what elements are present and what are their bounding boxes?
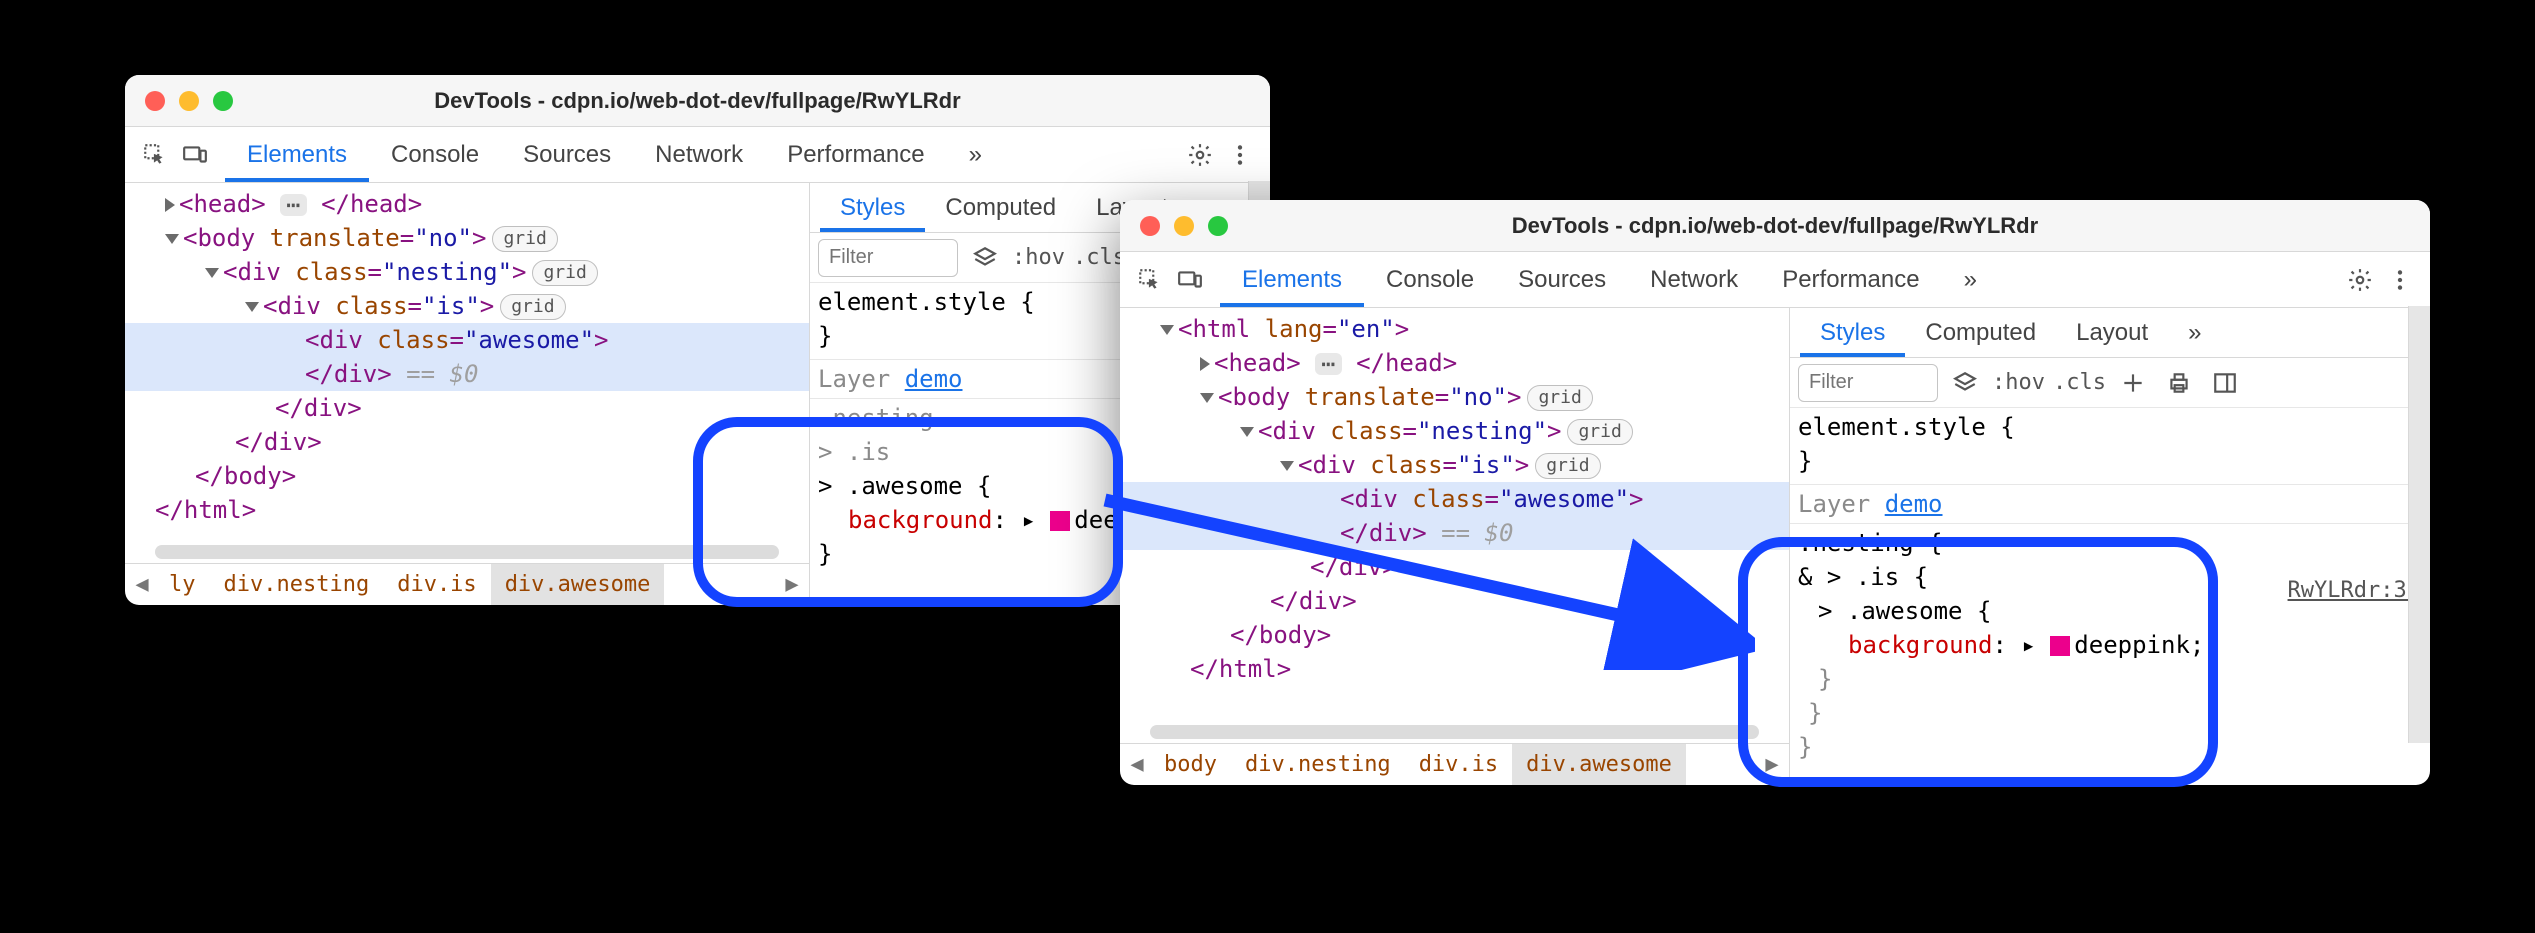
tab-elements[interactable]: Elements	[1220, 252, 1364, 307]
css-rule-block-right[interactable]: RwYLRdr:36 .nesting { & > .is { > .aweso…	[1790, 524, 2430, 770]
main-toolbar: Elements Console Sources Network Perform…	[1120, 252, 2430, 308]
hov-toggle[interactable]: :hov	[1012, 239, 1065, 277]
elements-panel: <html lang="en"> <head> ⋯ </head> <body …	[1120, 308, 1790, 785]
panel-tabs: Elements Console Sources Network Perform…	[1220, 252, 1999, 307]
panes: <head> ⋯ </head> <body translate="no">gr…	[125, 183, 1270, 605]
tab-overflow[interactable]: »	[1942, 252, 1999, 307]
tab-network[interactable]: Network	[633, 127, 765, 182]
zoom-icon[interactable]	[213, 91, 233, 111]
breadcrumb-prev-icon[interactable]: ◀	[129, 564, 155, 605]
tab-network[interactable]: Network	[1628, 252, 1760, 307]
tab-styles[interactable]: Styles	[820, 183, 925, 232]
device-icon[interactable]	[175, 135, 215, 175]
breadcrumb: ◀ body div.nesting div.is div.awesome ▶	[1120, 743, 1789, 785]
styles-tab-overflow[interactable]: »	[2168, 308, 2221, 357]
tab-styles[interactable]: Styles	[1800, 308, 1905, 357]
hscrollbar[interactable]	[125, 545, 809, 563]
dom-tree[interactable]: <html lang="en"> <head> ⋯ </head> <body …	[1120, 308, 1789, 725]
color-swatch-icon[interactable]	[1050, 511, 1070, 531]
breadcrumb: ◀ ly div.nesting div.is div.awesome ▶	[125, 563, 809, 605]
traffic-lights	[1140, 216, 1228, 236]
hscrollbar[interactable]	[1120, 725, 1789, 743]
element-style-block[interactable]: element.style { }	[1790, 408, 2430, 485]
tab-performance[interactable]: Performance	[1760, 252, 1941, 307]
inspect-icon[interactable]	[135, 135, 175, 175]
tab-performance[interactable]: Performance	[765, 127, 946, 182]
styles-tabs: Styles Computed Layout »	[1790, 308, 2430, 358]
close-icon[interactable]	[1140, 216, 1160, 236]
print-icon[interactable]	[2160, 364, 2198, 402]
color-swatch-icon[interactable]	[2050, 636, 2070, 656]
devtools-window-left: DevTools - cdpn.io/web-dot-dev/fullpage/…	[125, 75, 1270, 605]
kebab-icon[interactable]	[2380, 260, 2420, 300]
minimize-icon[interactable]	[1174, 216, 1194, 236]
tab-console[interactable]: Console	[369, 127, 501, 182]
crumb-awesome[interactable]: div.awesome	[491, 564, 665, 605]
crumb-nesting[interactable]: div.nesting	[1231, 744, 1405, 785]
tab-sources[interactable]: Sources	[1496, 252, 1628, 307]
cls-toggle[interactable]: .cls	[1073, 239, 1126, 277]
tab-sources[interactable]: Sources	[501, 127, 633, 182]
dom-tree[interactable]: <head> ⋯ </head> <body translate="no">gr…	[125, 183, 809, 545]
plus-icon[interactable]	[2114, 364, 2152, 402]
minimize-icon[interactable]	[179, 91, 199, 111]
panel-icon[interactable]	[2206, 364, 2244, 402]
titlebar: DevTools - cdpn.io/web-dot-dev/fullpage/…	[1120, 200, 2430, 252]
filter-input[interactable]	[818, 239, 958, 277]
source-link[interactable]: RwYLRdr:36	[2288, 574, 2420, 608]
zoom-icon[interactable]	[1208, 216, 1228, 236]
crumb-nesting[interactable]: div.nesting	[210, 564, 384, 605]
window-title: DevTools - cdpn.io/web-dot-dev/fullpage/…	[434, 88, 960, 114]
crumb-is[interactable]: div.is	[383, 564, 490, 605]
dom-selected-node: <div class="awesome">	[1120, 482, 1789, 516]
tab-computed[interactable]: Computed	[1905, 308, 2056, 357]
vscrollbar[interactable]	[2408, 308, 2430, 743]
dom-selected-node: <div class="awesome">	[125, 323, 809, 357]
styles-toolbar: :hov .cls	[1790, 358, 2430, 408]
window-title: DevTools - cdpn.io/web-dot-dev/fullpage/…	[1512, 213, 2038, 239]
close-icon[interactable]	[145, 91, 165, 111]
panes: <html lang="en"> <head> ⋯ </head> <body …	[1120, 308, 2430, 785]
breadcrumb-next-icon[interactable]: ▶	[1759, 744, 1785, 785]
gear-icon[interactable]	[1180, 135, 1220, 175]
titlebar: DevTools - cdpn.io/web-dot-dev/fullpage/…	[125, 75, 1270, 127]
styles-panel: Styles Computed Layout » :hov .cls eleme…	[1790, 308, 2430, 785]
elements-panel: <head> ⋯ </head> <body translate="no">gr…	[125, 183, 810, 605]
grid-badge[interactable]: grid	[492, 226, 557, 252]
breadcrumb-next-icon[interactable]: ▶	[779, 564, 805, 605]
layers-icon[interactable]	[966, 239, 1004, 277]
main-toolbar: Elements Console Sources Network Perform…	[125, 127, 1270, 183]
kebab-icon[interactable]	[1220, 135, 1260, 175]
breadcrumb-prev-icon[interactable]: ◀	[1124, 744, 1150, 785]
filter-input[interactable]	[1798, 364, 1938, 402]
tab-overflow[interactable]: »	[947, 127, 1004, 182]
tab-layout[interactable]: Layout	[2056, 308, 2168, 357]
devtools-window-right: DevTools - cdpn.io/web-dot-dev/fullpage/…	[1120, 200, 2430, 785]
hov-toggle[interactable]: :hov	[1992, 364, 2045, 402]
crumb-body[interactable]: ly	[155, 564, 210, 605]
crumb-is[interactable]: div.is	[1405, 744, 1512, 785]
layer-label: Layer demo	[1790, 485, 2430, 524]
crumb-awesome[interactable]: div.awesome	[1512, 744, 1686, 785]
panel-tabs: Elements Console Sources Network Perform…	[225, 127, 1004, 182]
traffic-lights	[145, 91, 233, 111]
device-icon[interactable]	[1170, 260, 1210, 300]
tab-elements[interactable]: Elements	[225, 127, 369, 182]
layers-icon[interactable]	[1946, 364, 1984, 402]
inspect-icon[interactable]	[1130, 260, 1170, 300]
cls-toggle[interactable]: .cls	[2053, 364, 2106, 402]
tab-computed[interactable]: Computed	[925, 183, 1076, 232]
tab-console[interactable]: Console	[1364, 252, 1496, 307]
gear-icon[interactable]	[2340, 260, 2380, 300]
crumb-body[interactable]: body	[1150, 744, 1231, 785]
